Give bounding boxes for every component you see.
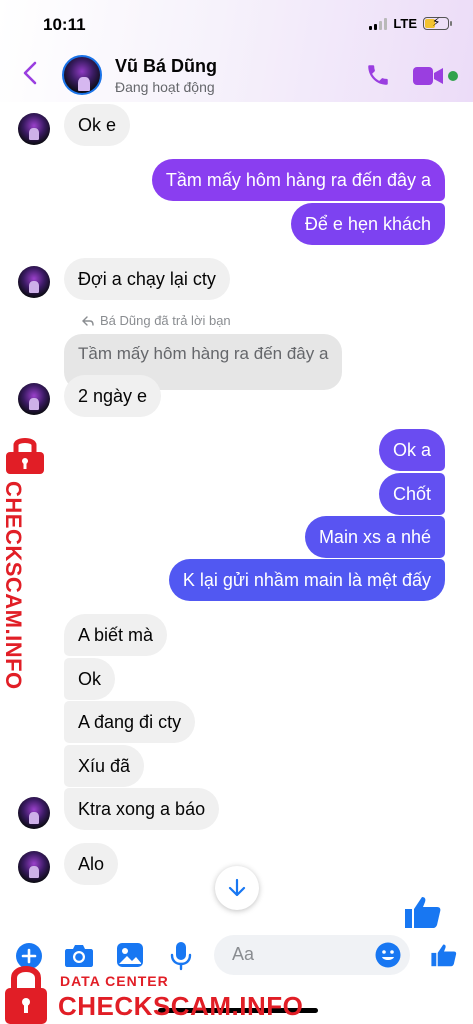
message-incoming[interactable]: Alo	[64, 843, 119, 885]
chat-header: 10:11 LTE ⚡ Vũ Bá Dũng Đang hoạt động	[0, 0, 473, 102]
message-incoming[interactable]: A đang đi cty	[64, 701, 196, 743]
phone-icon[interactable]	[365, 62, 391, 88]
watermark-label: DATA CENTER	[60, 973, 169, 989]
watermark-bottom: DATA CENTER CHECKSCAM.INFO	[0, 960, 304, 1024]
arrow-down-icon	[228, 878, 246, 897]
lock-icon	[6, 438, 44, 474]
sender-avatar[interactable]	[18, 266, 50, 298]
watermark-side: CHECKSCAM.INFO DATA CENTER	[0, 435, 50, 690]
signal-icon	[369, 17, 388, 30]
message-outgoing[interactable]: Main xs a nhé	[304, 516, 445, 558]
message-incoming[interactable]: Ktra xong a báo	[64, 788, 220, 830]
battery-icon: ⚡	[423, 15, 452, 30]
message-incoming[interactable]: Đợi a chạy lại cty	[64, 258, 230, 300]
scroll-to-bottom-button[interactable]	[215, 866, 259, 910]
watermark-brand: CHECKSCAM.INFO	[58, 991, 304, 1021]
message-incoming[interactable]: 2 ngày e	[64, 375, 162, 417]
network-type: LTE	[393, 16, 417, 31]
contact-avatar[interactable]	[62, 55, 102, 95]
thumbs-up-icon	[405, 897, 441, 928]
sender-avatar[interactable]	[18, 797, 50, 829]
sender-avatar[interactable]	[18, 383, 50, 415]
contact-name[interactable]: Vũ Bá Dũng	[115, 56, 217, 77]
contact-active-status: Đang hoạt động	[115, 79, 215, 95]
message-outgoing[interactable]: Tầm mấy hôm hàng ra đến đây a	[151, 159, 445, 201]
video-camera-icon[interactable]	[412, 65, 444, 87]
lock-icon	[5, 966, 47, 1024]
watermark-brand: CHECKSCAM.INFO	[1, 481, 26, 690]
reply-note-text: Bá Dũng đã trả lời bạn	[100, 313, 231, 328]
thumbs-up-icon[interactable]	[430, 941, 458, 969]
status-indicators: LTE ⚡	[369, 15, 452, 31]
back-arrow-icon[interactable]	[20, 60, 40, 86]
sender-avatar[interactable]	[18, 113, 50, 145]
emoji-icon[interactable]	[375, 942, 401, 968]
reply-arrow-icon	[82, 315, 94, 326]
message-incoming[interactable]: Ok	[64, 658, 116, 700]
reply-indicator: Bá Dũng đã trả lời bạn	[82, 313, 231, 328]
sender-avatar[interactable]	[18, 851, 50, 883]
message-outgoing[interactable]: Chốt	[378, 473, 445, 515]
message-incoming[interactable]: Ok e	[64, 104, 131, 146]
message-outgoing[interactable]: Ok a	[378, 429, 445, 471]
status-time: 10:11	[43, 15, 86, 34]
message-outgoing[interactable]: K lại gửi nhầm main là mệt đấy	[168, 559, 445, 601]
online-indicator	[448, 71, 458, 81]
message-outgoing[interactable]: Để e hẹn khách	[290, 203, 445, 245]
message-incoming[interactable]: A biết mà	[64, 614, 168, 656]
message-incoming[interactable]: Xíu đã	[64, 745, 145, 787]
